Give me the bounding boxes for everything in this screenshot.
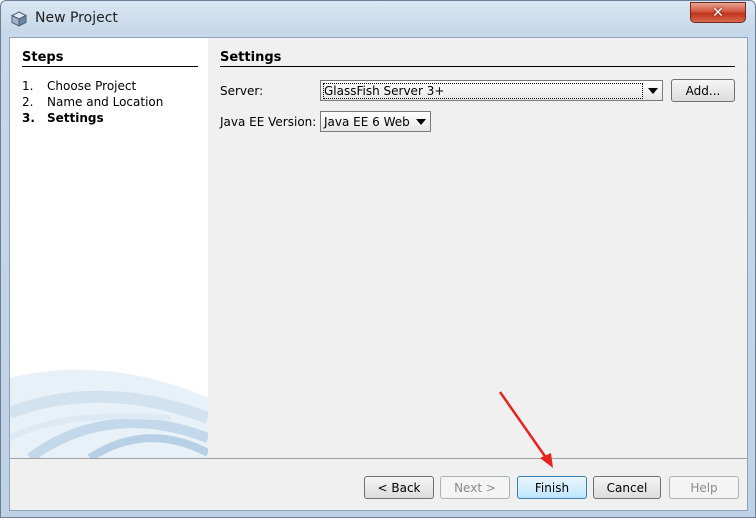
window-title: New Project xyxy=(35,10,118,26)
step-number: 3. xyxy=(22,111,35,125)
step-number: 2. xyxy=(22,95,34,109)
server-label: Server: xyxy=(220,84,264,98)
java-ee-version-value: Java EE 6 Web xyxy=(324,115,410,129)
next-button[interactable]: Next > xyxy=(440,476,510,499)
next-button-label: Next > xyxy=(454,480,496,495)
close-icon: ✕ xyxy=(712,4,724,21)
step-number: 1. xyxy=(22,79,34,93)
chevron-down-icon xyxy=(648,88,658,94)
close-button[interactable]: ✕ xyxy=(690,2,746,23)
button-bar-separator xyxy=(10,458,747,459)
wizard-client-area: Steps 1. Choose Project 2. Name and Locati… xyxy=(9,37,748,511)
back-button-label: < Back xyxy=(377,480,421,495)
step-settings: 3. Settings xyxy=(22,111,104,125)
java-ee-version-dropdown[interactable]: Java EE 6 Web xyxy=(320,111,431,132)
server-dropdown[interactable]: GlassFish Server 3+ xyxy=(320,80,663,101)
java-ee-version-label: Java EE Version: xyxy=(220,115,317,129)
chevron-down-icon xyxy=(416,119,426,125)
server-dropdown-value: GlassFish Server 3+ xyxy=(323,83,643,99)
step-label: Name and Location xyxy=(47,95,164,109)
help-button[interactable]: Help xyxy=(669,476,739,499)
back-button[interactable]: < Back xyxy=(364,476,434,499)
steps-heading: Steps xyxy=(22,50,64,65)
title-bar: New Project ✕ xyxy=(1,1,755,37)
new-project-window: New Project ✕ Steps 1. Choose Project 2. N… xyxy=(0,0,756,518)
steps-panel: Steps 1. Choose Project 2. Name and Locati… xyxy=(10,38,208,458)
add-server-button-label: Add... xyxy=(685,83,721,98)
steps-divider xyxy=(22,66,198,67)
settings-panel: Settings Server: GlassFish Server 3+ Add… xyxy=(208,38,747,458)
settings-heading: Settings xyxy=(220,50,282,65)
help-button-label: Help xyxy=(690,480,718,495)
decorative-swoosh-graphic xyxy=(10,369,208,458)
cancel-button[interactable]: Cancel xyxy=(593,476,661,499)
step-choose-project: 1. Choose Project xyxy=(22,79,136,93)
add-server-button[interactable]: Add... xyxy=(671,79,735,102)
finish-button-label: Finish xyxy=(534,480,570,495)
step-label: Choose Project xyxy=(47,79,137,93)
project-cube-icon xyxy=(10,11,28,27)
settings-divider xyxy=(220,66,735,67)
step-name-and-location: 2. Name and Location xyxy=(22,95,163,109)
step-label: Settings xyxy=(47,111,104,125)
finish-button[interactable]: Finish xyxy=(517,476,587,499)
cancel-button-label: Cancel xyxy=(606,480,648,495)
red-arrow-annotation xyxy=(498,391,553,468)
